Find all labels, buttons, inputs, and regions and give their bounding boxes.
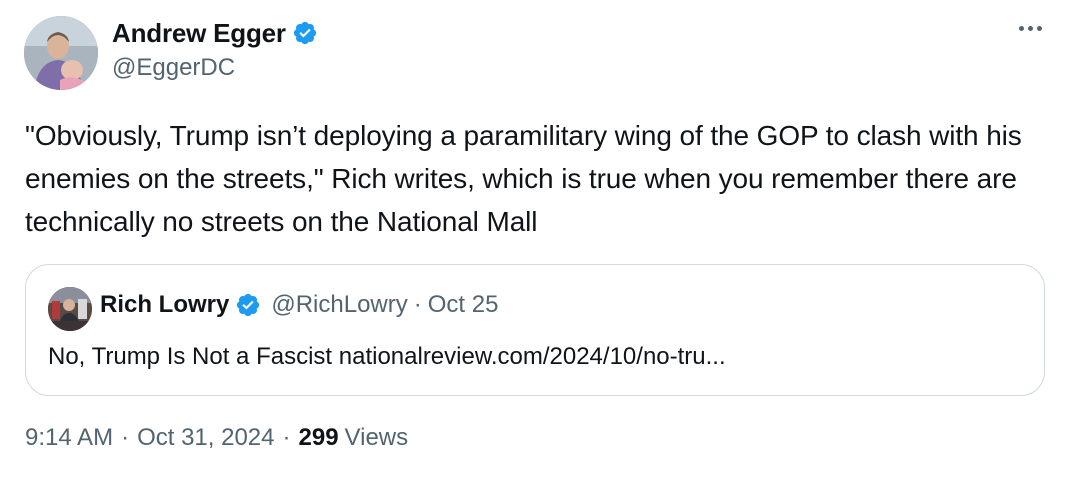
verified-badge-icon[interactable] — [292, 20, 318, 46]
quoted-header: Rich Lowry @RichLowry · Oct 25 — [100, 291, 498, 319]
views-label[interactable]: Views — [345, 424, 409, 452]
author-avatar[interactable] — [24, 16, 98, 90]
quoted-display-name[interactable]: Rich Lowry — [100, 291, 229, 319]
tweet-date[interactable]: Oct 31, 2024 — [137, 424, 274, 452]
meta-separator: · — [282, 424, 291, 451]
avatar-photo — [24, 16, 98, 90]
tweet-time[interactable]: 9:14 AM — [25, 424, 113, 452]
views-count[interactable]: 299 — [299, 424, 339, 452]
author-name-row: Andrew Egger — [112, 16, 318, 50]
more-dot — [1028, 26, 1033, 31]
quoted-separator: · — [413, 291, 422, 318]
more-dot — [1019, 26, 1024, 31]
more-options-icon[interactable] — [1019, 26, 1042, 31]
quoted-date[interactable]: Oct 25 — [428, 291, 499, 319]
quoted-handle[interactable]: @RichLowry — [271, 291, 407, 319]
author-handle[interactable]: @EggerDC — [112, 54, 318, 82]
quoted-avatar-photo — [48, 287, 92, 331]
quoted-text: No, Trump Is Not a Fascist nationalrevie… — [48, 343, 726, 370]
quoted-tweet[interactable]: Rich Lowry @RichLowry · Oct 25 No, Trump… — [25, 264, 1045, 396]
quoted-author-avatar[interactable] — [48, 287, 92, 331]
quoted-verified-badge-icon[interactable] — [235, 292, 261, 318]
tweet-meta: 9:14 AM · Oct 31, 2024 · 299 Views — [25, 424, 408, 452]
author-block: Andrew Egger @EggerDC — [112, 16, 318, 82]
meta-separator: · — [121, 424, 130, 451]
more-dot — [1037, 26, 1042, 31]
tweet-text: "Obviously, Trump isn’t deploying a para… — [25, 120, 1022, 237]
tweet-card: Andrew Egger @EggerDC "Obviously, Trump … — [0, 0, 1078, 490]
author-display-name[interactable]: Andrew Egger — [112, 18, 286, 49]
